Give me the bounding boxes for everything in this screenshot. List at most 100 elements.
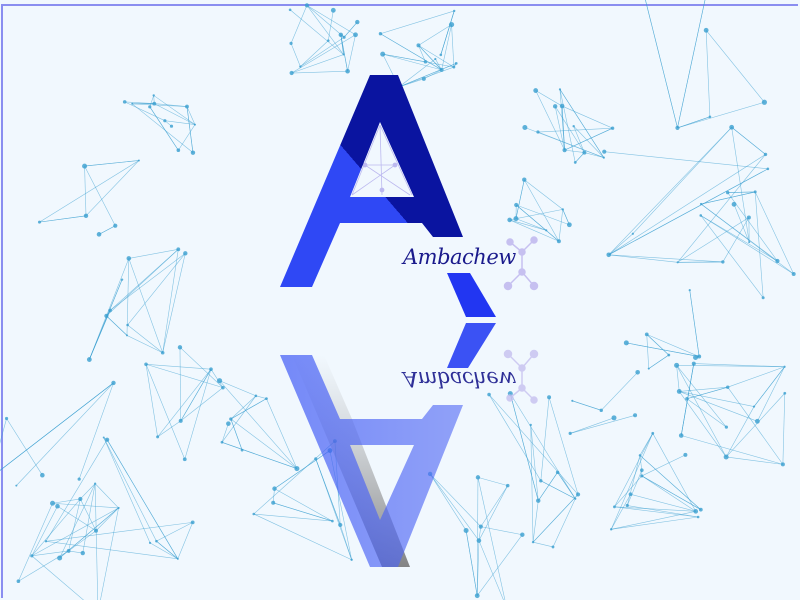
network-line (382, 53, 442, 71)
network-node (226, 421, 231, 426)
network-line (572, 400, 602, 411)
network-node (545, 229, 548, 232)
network-node (330, 7, 336, 13)
network-node (163, 119, 167, 123)
network-node (675, 125, 680, 130)
network-node (791, 271, 796, 276)
network-line (524, 179, 563, 210)
network-line (679, 391, 755, 407)
network-line (45, 522, 193, 542)
network-line (646, 334, 650, 369)
network-line (291, 70, 348, 74)
network-line (266, 398, 298, 469)
network-node (628, 492, 633, 497)
network-node (703, 27, 709, 33)
network-line (103, 437, 151, 544)
network-line (524, 179, 560, 242)
network-node (647, 367, 650, 370)
network-line (611, 511, 696, 530)
network-line (608, 168, 769, 256)
network-line (290, 5, 308, 44)
network-node (478, 524, 483, 529)
network-line (677, 116, 710, 129)
network-node (561, 208, 564, 211)
network-node (120, 278, 124, 281)
network-node (723, 454, 729, 460)
network-node (697, 354, 702, 359)
network-line (45, 439, 108, 542)
network-node (752, 405, 756, 408)
network-line (552, 498, 576, 548)
network-node (421, 76, 426, 81)
network-line (68, 498, 81, 552)
network-line (478, 485, 508, 541)
network-line (16, 382, 114, 486)
network-node (522, 124, 528, 130)
network-line (149, 106, 179, 151)
network-line (727, 387, 784, 465)
network-line (632, 127, 732, 234)
network-line (608, 233, 634, 256)
network-node (94, 528, 99, 533)
network-node (190, 520, 195, 525)
network-node (104, 313, 109, 318)
network-node (691, 361, 696, 366)
network-node (602, 156, 605, 159)
network-node (355, 19, 360, 25)
network-node (80, 550, 85, 556)
network-line (630, 493, 696, 512)
network-node (185, 104, 189, 109)
network-line (477, 477, 508, 486)
network-line (230, 418, 243, 451)
network-line (145, 364, 158, 437)
network-line (327, 10, 334, 41)
network-node (160, 350, 165, 355)
network-line (705, 30, 765, 103)
network-line (132, 103, 194, 153)
network-line (608, 127, 732, 256)
network-node (696, 515, 700, 519)
network-line (639, 433, 654, 456)
network-line (515, 179, 525, 219)
network-node (288, 8, 292, 12)
network-node (152, 94, 155, 97)
network-node (602, 149, 607, 154)
network-node (633, 413, 638, 418)
network-node (556, 239, 561, 244)
network-node (536, 498, 541, 503)
network-line (727, 191, 756, 193)
network-node (724, 425, 728, 429)
network-line (382, 53, 426, 63)
network-node (126, 256, 132, 261)
network-node (289, 41, 293, 45)
network-node (513, 216, 519, 222)
network-line (429, 473, 480, 541)
network-node (551, 545, 555, 549)
brand-name: Ambachew (401, 245, 516, 269)
network-node (439, 53, 443, 57)
network-node (775, 258, 780, 264)
network-line (149, 542, 178, 560)
network-line (103, 437, 157, 542)
network-node (748, 241, 751, 244)
network-line (306, 5, 344, 55)
network-node (562, 148, 567, 153)
network-node (547, 395, 552, 400)
network-node (177, 345, 183, 350)
network-line (31, 507, 119, 557)
network-node (156, 435, 160, 439)
network-node (780, 462, 785, 467)
network-node (331, 519, 334, 523)
network-line (646, 334, 670, 356)
network-node (651, 431, 655, 435)
network-node (763, 152, 768, 157)
network-line (570, 417, 615, 434)
network-node (294, 466, 300, 472)
network-node (555, 470, 560, 475)
network-node (176, 557, 179, 560)
network-node (15, 484, 18, 487)
network-line (100, 507, 119, 600)
network-line (627, 505, 699, 518)
network-line (537, 131, 604, 158)
network-node (111, 380, 116, 386)
